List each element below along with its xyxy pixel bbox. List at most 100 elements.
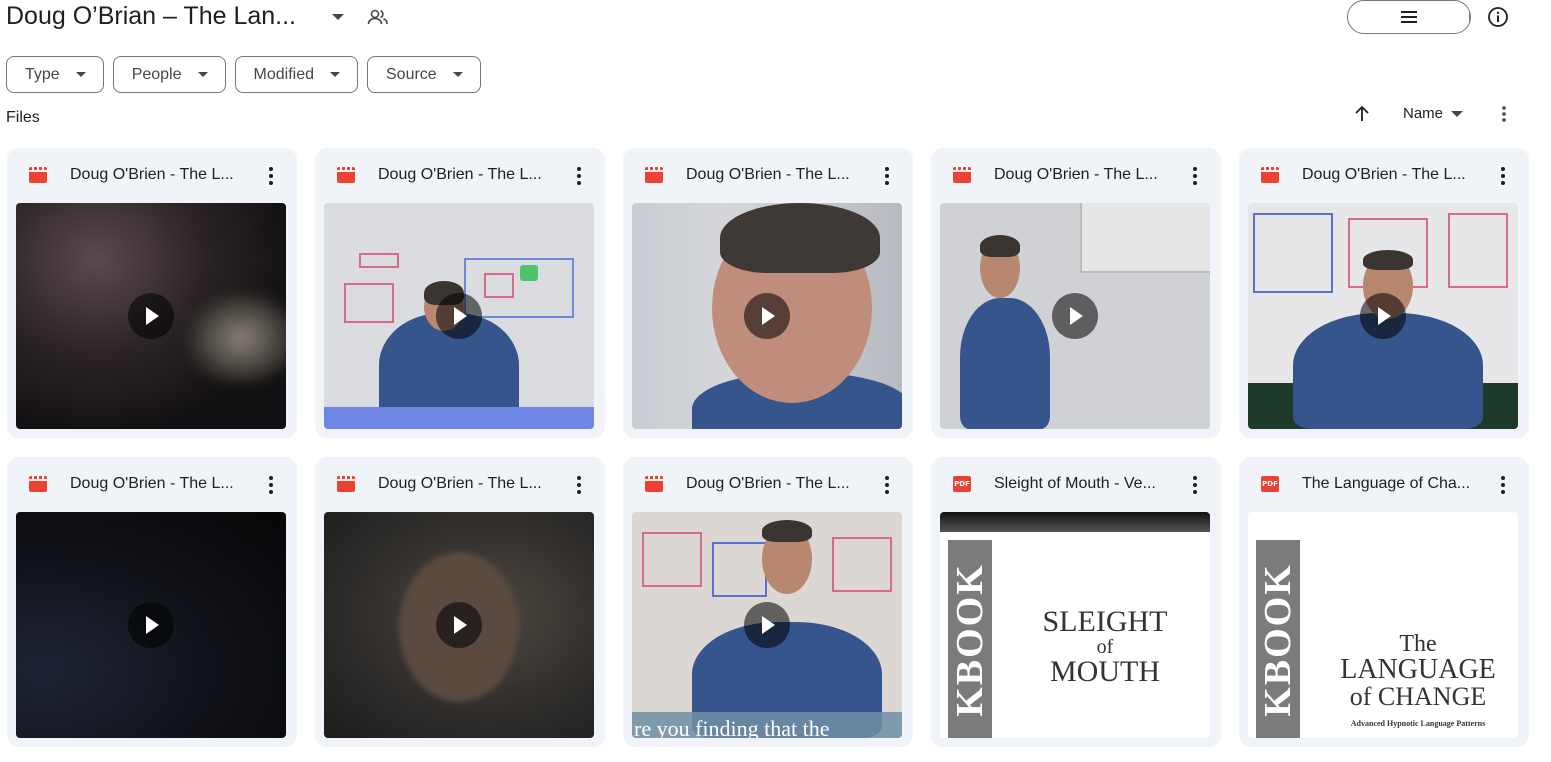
file-card[interactable]: PDF The Language of Cha... KBOOK The LAN… [1239, 457, 1529, 747]
video-file-icon [29, 167, 47, 183]
chip-label: Source [386, 65, 437, 83]
play-icon[interactable] [744, 602, 790, 648]
chevron-down-icon [197, 72, 208, 77]
sort-by-button[interactable]: Name [1403, 105, 1464, 122]
file-card-header: Doug O'Brien - The L... [623, 148, 913, 203]
file-card-header: PDF Sleight of Mouth - Ve... [931, 457, 1221, 512]
video-file-icon [645, 167, 663, 183]
file-card-header: Doug O'Brien - The L... [623, 457, 913, 512]
book-spine: KBOOK [948, 540, 992, 738]
file-card[interactable]: Doug O'Brien - The L... [7, 148, 297, 438]
video-thumbnail[interactable] [324, 203, 594, 429]
chip-label: Type [25, 65, 60, 83]
folder-title[interactable]: Doug O’Brian – The Lan... [6, 2, 296, 31]
folder-menu-chevron-icon[interactable] [328, 10, 348, 24]
file-more-options-icon[interactable] [567, 164, 591, 188]
book-spine: KBOOK [1256, 540, 1300, 738]
play-icon[interactable] [436, 602, 482, 648]
file-card[interactable]: Doug O'Brien - The L... [7, 457, 297, 747]
cover-title-line: of [1096, 636, 1114, 658]
file-name: The Language of Cha... [1302, 475, 1471, 492]
file-grid: Doug O'Brien - The L... Doug O'Brien - T… [7, 148, 1529, 747]
file-more-options-icon[interactable] [1183, 473, 1207, 497]
file-more-options-icon[interactable] [875, 164, 899, 188]
filter-chips: Type People Modified Source [6, 56, 481, 93]
file-card-header: Doug O'Brien - The L... [315, 148, 605, 203]
play-icon[interactable] [1052, 293, 1098, 339]
file-name: Doug O'Brien - The L... [70, 475, 234, 492]
book-spine-text: KBOOK [1257, 563, 1300, 717]
sort-direction-arrow-up-icon[interactable] [1350, 102, 1374, 126]
file-card[interactable]: Doug O'Brien - The L... [1239, 148, 1529, 438]
play-icon[interactable] [128, 293, 174, 339]
cover-title-line: The [1399, 631, 1437, 657]
file-name: Sleight of Mouth - Ve... [994, 475, 1156, 492]
cover-title-line: SLEIGHT [1042, 605, 1168, 638]
video-caption: re you finding that the [634, 716, 830, 738]
list-icon [1400, 11, 1417, 23]
chip-label: Modified [253, 65, 314, 83]
file-card[interactable]: PDF Sleight of Mouth - Ve... KBOOK SLEIG… [931, 457, 1221, 747]
file-card[interactable]: Doug O'Brien - The L... [623, 148, 913, 438]
cover-title-line: of CHANGE [1349, 682, 1487, 711]
video-thumbnail[interactable] [940, 203, 1210, 429]
file-name: Doug O'Brien - The L... [70, 166, 234, 183]
file-more-options-icon[interactable] [259, 164, 283, 188]
file-name: Doug O'Brien - The L... [378, 475, 542, 492]
file-card-header: Doug O'Brien - The L... [7, 457, 297, 512]
file-card-header: Doug O'Brien - The L... [7, 148, 297, 203]
top-bar: Doug O’Brian – The Lan... [0, 0, 1551, 40]
play-icon[interactable] [436, 293, 482, 339]
file-more-options-icon[interactable] [875, 473, 899, 497]
list-view-button[interactable] [1348, 1, 1470, 33]
file-more-options-icon[interactable] [259, 473, 283, 497]
file-name: Doug O'Brien - The L... [686, 475, 850, 492]
filter-modified-chip[interactable]: Modified [234, 56, 358, 93]
file-card[interactable]: Doug O'Brien - The L... [931, 148, 1221, 438]
file-card-header: Doug O'Brien - The L... [315, 457, 605, 512]
info-icon[interactable] [1486, 5, 1510, 29]
shared-people-icon[interactable] [366, 6, 390, 28]
video-thumbnail[interactable] [632, 203, 902, 429]
file-card[interactable]: Doug O'Brien - The L... [315, 457, 605, 747]
pdf-file-icon: PDF [1261, 476, 1279, 492]
video-file-icon [337, 167, 355, 183]
sort-label: Name [1403, 105, 1444, 122]
file-card[interactable]: Doug O'Brien - The L... re you finding t… [623, 457, 913, 747]
video-thumbnail[interactable] [324, 512, 594, 738]
cover-title-line: MOUTH [1050, 655, 1160, 688]
pdf-thumbnail[interactable]: KBOOK SLEIGHT of MOUTH [940, 512, 1210, 738]
video-thumbnail[interactable]: re you finding that the [632, 512, 902, 738]
video-thumbnail[interactable] [16, 512, 286, 738]
video-thumbnail[interactable] [1248, 203, 1518, 429]
video-thumbnail[interactable] [16, 203, 286, 429]
pdf-thumbnail[interactable]: KBOOK The LANGUAGE of CHANGE Advanced Hy… [1248, 512, 1518, 738]
file-more-options-icon[interactable] [567, 473, 591, 497]
view-toggle [1347, 0, 1471, 34]
file-more-options-icon[interactable] [1491, 164, 1515, 188]
file-card-header: PDF The Language of Cha... [1239, 457, 1529, 512]
chevron-down-icon [1451, 110, 1464, 117]
chevron-down-icon [330, 72, 340, 77]
filter-source-chip[interactable]: Source [367, 56, 481, 93]
file-more-options-icon[interactable] [1183, 164, 1207, 188]
chevron-down-icon [75, 72, 86, 77]
filter-type-chip[interactable]: Type [6, 56, 104, 93]
cover-subtitle: Advanced Hypnotic Language Patterns [1350, 719, 1486, 728]
play-icon[interactable] [744, 293, 790, 339]
play-icon[interactable] [128, 602, 174, 648]
filter-people-chip[interactable]: People [112, 56, 226, 93]
play-icon[interactable] [1360, 293, 1406, 339]
video-file-icon [337, 476, 355, 492]
video-file-icon [645, 476, 663, 492]
cover-title-line: LANGUAGE [1340, 654, 1496, 685]
book-spine-text: KBOOK [949, 563, 992, 717]
video-file-icon [29, 476, 47, 492]
file-card[interactable]: Doug O'Brien - The L... [315, 148, 605, 438]
video-file-icon [1261, 167, 1279, 183]
file-name: Doug O'Brien - The L... [378, 166, 542, 183]
file-name: Doug O'Brien - The L... [1302, 166, 1466, 183]
more-options-icon[interactable] [1492, 102, 1516, 126]
file-name: Doug O'Brien - The L... [686, 166, 850, 183]
file-more-options-icon[interactable] [1491, 473, 1515, 497]
